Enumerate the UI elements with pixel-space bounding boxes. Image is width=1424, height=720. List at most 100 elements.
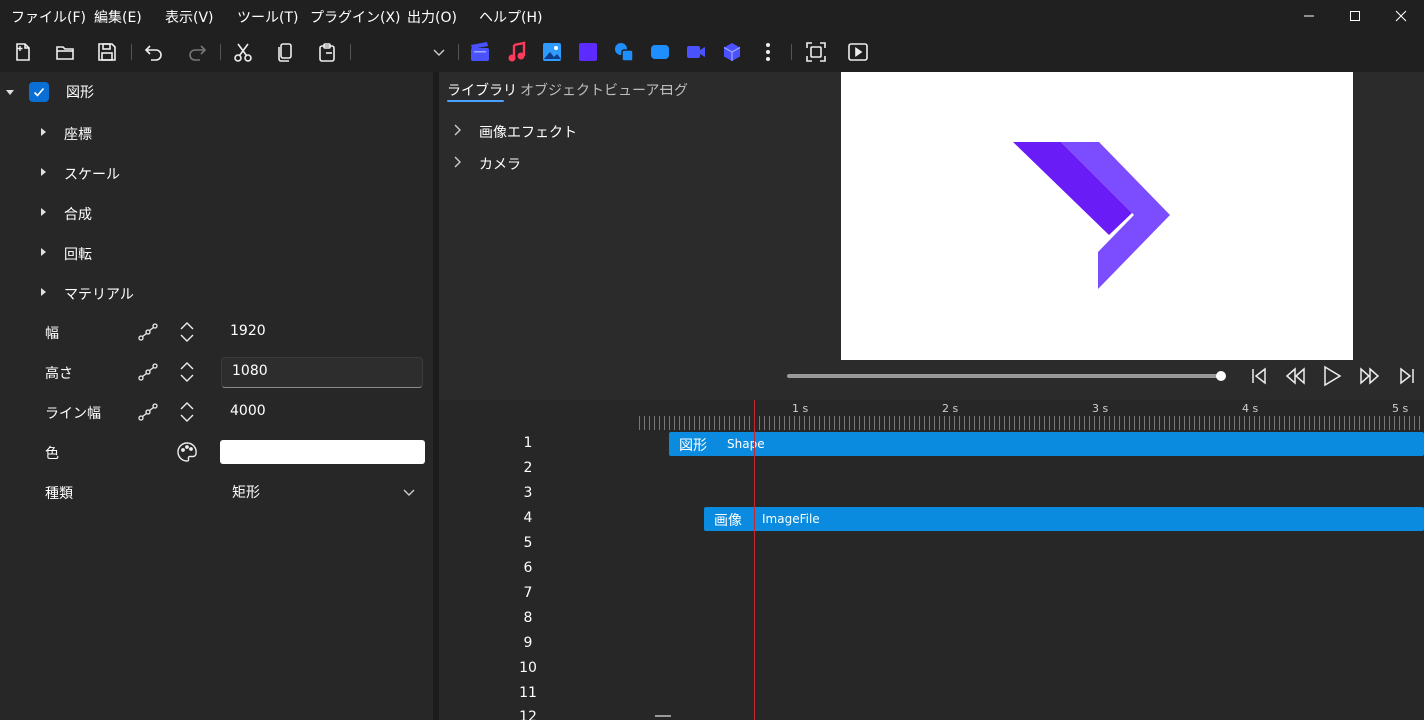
expand-right-icon[interactable] xyxy=(41,248,46,256)
menu-file[interactable]: ファイル(F) xyxy=(11,7,86,27)
ruler-label: 4 s xyxy=(1242,402,1259,415)
chevron-down-icon[interactable] xyxy=(398,481,420,503)
clip-type: Shape xyxy=(727,437,765,451)
root-item-row[interactable]: 図形 xyxy=(0,72,433,112)
palette-icon[interactable] xyxy=(176,441,198,463)
skip-to-start-icon[interactable] xyxy=(1247,364,1271,388)
dropdown-chevron-icon[interactable] xyxy=(427,40,451,64)
preview-canvas[interactable] xyxy=(841,72,1353,360)
layer-number: 5 xyxy=(523,535,533,551)
text-icon[interactable] xyxy=(576,40,600,64)
menu-edit[interactable]: 編集(E) xyxy=(94,7,142,27)
skip-to-end-icon[interactable] xyxy=(1395,364,1419,388)
group-position[interactable]: 座標 xyxy=(0,112,433,152)
menu-view[interactable]: 表示(V) xyxy=(165,7,214,27)
undo-icon[interactable] xyxy=(142,40,166,64)
ruler-label: 1 s xyxy=(792,402,809,415)
expand-down-icon[interactable] xyxy=(6,90,14,95)
shape-icon[interactable] xyxy=(612,40,636,64)
play-preview-icon[interactable] xyxy=(846,40,870,64)
video-clip-icon[interactable] xyxy=(468,40,492,64)
property-label: 色 xyxy=(45,446,59,462)
layer-resize-handle[interactable] xyxy=(655,715,671,717)
property-width-row: 幅 1920 xyxy=(0,312,433,352)
property-label: 高さ xyxy=(45,366,73,382)
active-tab-indicator xyxy=(447,100,504,102)
check-icon xyxy=(33,87,45,97)
enable-checkbox[interactable] xyxy=(29,82,49,102)
minimize-icon[interactable] xyxy=(1286,0,1332,32)
logo-graphic xyxy=(1013,142,1170,289)
timeline-clip-image[interactable]: 画像 ImageFile xyxy=(704,507,1424,531)
menu-help[interactable]: ヘルプ(H) xyxy=(479,7,542,27)
tab-object-viewer[interactable]: オブジェクトビューアー xyxy=(520,80,673,100)
image-icon[interactable] xyxy=(540,40,564,64)
tab-log[interactable]: ログ xyxy=(660,80,688,100)
property-label: 種類 xyxy=(45,486,73,502)
menu-plugin[interactable]: プラグイン(X) xyxy=(310,7,401,27)
redo-icon[interactable] xyxy=(185,40,209,64)
animation-curve-icon[interactable] xyxy=(137,321,159,343)
menu-bar: ファイル(F) 編集(E) 表示(V) ツール(T) プラグイン(X) 出力(O… xyxy=(0,0,1424,32)
expand-right-icon[interactable] xyxy=(41,128,46,136)
property-kind-row[interactable]: 種類 矩形 xyxy=(0,472,433,512)
ruler-label: 5 s xyxy=(1392,402,1409,415)
group-material[interactable]: マテリアル xyxy=(0,272,433,312)
group-label: 回転 xyxy=(64,247,92,263)
width-value[interactable]: 1920 xyxy=(230,323,266,339)
menu-tools[interactable]: ツール(T) xyxy=(237,7,298,27)
play-icon[interactable] xyxy=(1320,364,1344,388)
seek-bar[interactable] xyxy=(787,374,1221,378)
group-blend[interactable]: 合成 xyxy=(0,192,433,232)
clip-name: 画像 xyxy=(714,513,742,529)
property-height-row: 高さ 1080 xyxy=(0,352,433,392)
expand-right-icon[interactable] xyxy=(41,168,46,176)
expand-right-icon[interactable] xyxy=(41,288,46,296)
height-input[interactable]: 1080 xyxy=(221,357,423,388)
property-panel: 図形 座標 スケール 合成 回転 マテリアル 幅 1920 高さ 1080 ライ… xyxy=(0,72,433,720)
color-swatch[interactable] xyxy=(220,440,425,464)
new-file-icon[interactable] xyxy=(11,40,35,64)
video-effect-icon[interactable] xyxy=(684,40,708,64)
up-down-stepper-icon[interactable] xyxy=(176,401,198,423)
group-label: 合成 xyxy=(64,207,92,223)
save-icon[interactable] xyxy=(95,40,119,64)
layer-number: 8 xyxy=(523,610,533,626)
time-ruler[interactable] xyxy=(639,400,1424,430)
up-down-stepper-icon[interactable] xyxy=(176,321,198,343)
more-icon[interactable] xyxy=(756,40,780,64)
group-scale[interactable]: スケール xyxy=(0,152,433,192)
cut-icon[interactable] xyxy=(231,40,255,64)
animation-curve-icon[interactable] xyxy=(137,361,159,383)
playhead[interactable] xyxy=(754,400,755,720)
paste-icon[interactable] xyxy=(315,40,339,64)
layer-number: 1 xyxy=(523,435,533,451)
timeline-clip-shape[interactable]: 図形 Shape xyxy=(669,432,1424,456)
group-rotation[interactable]: 回転 xyxy=(0,232,433,272)
line-width-value[interactable]: 4000 xyxy=(230,403,266,419)
audio-icon[interactable] xyxy=(505,40,529,64)
ruler-label: 3 s xyxy=(1092,402,1109,415)
menu-output[interactable]: 出力(O) xyxy=(407,7,457,27)
3d-icon[interactable] xyxy=(720,40,744,64)
library-panel: ライブラリ オブジェクトビューアー ログ 画像エフェクト カメラ xyxy=(439,72,841,400)
maximize-icon[interactable] xyxy=(1332,0,1378,32)
fast-forward-icon[interactable] xyxy=(1358,364,1382,388)
tab-library[interactable]: ライブラリ xyxy=(447,80,517,100)
tachie-icon[interactable] xyxy=(648,40,672,64)
library-item-label: 画像エフェクト xyxy=(479,125,577,141)
seek-thumb[interactable] xyxy=(1216,371,1226,381)
close-icon[interactable] xyxy=(1378,0,1424,32)
layer-number: 11 xyxy=(519,685,537,701)
copy-icon[interactable] xyxy=(273,40,297,64)
up-down-stepper-icon[interactable] xyxy=(176,361,198,383)
kind-select-value[interactable]: 矩形 xyxy=(232,482,260,502)
open-folder-icon[interactable] xyxy=(53,40,77,64)
chevron-right-icon xyxy=(454,156,461,168)
property-label: ライン幅 xyxy=(45,406,101,422)
expand-right-icon[interactable] xyxy=(41,208,46,216)
animation-curve-icon[interactable] xyxy=(137,401,159,423)
clip-name: 図形 xyxy=(679,438,707,454)
rewind-icon[interactable] xyxy=(1283,364,1307,388)
fullscreen-icon[interactable] xyxy=(804,40,828,64)
